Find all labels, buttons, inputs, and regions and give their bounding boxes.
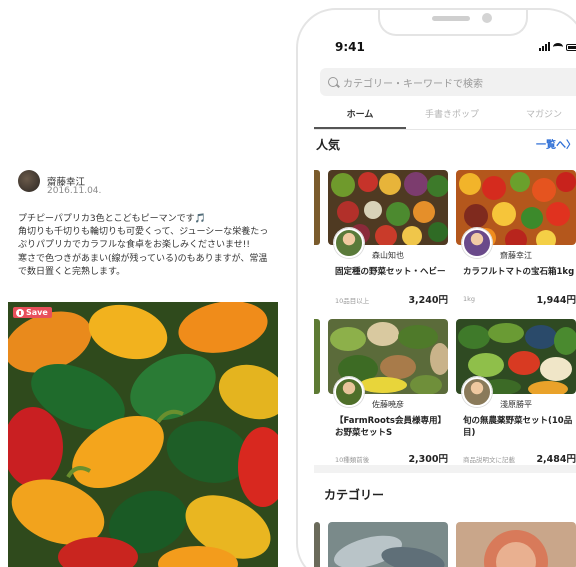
category-title: カテゴリー [324, 488, 385, 502]
save-button[interactable]: Save [13, 307, 52, 318]
speaker [432, 16, 470, 21]
product-card[interactable]: 佐藤暁彦 【FarmRoots会員様専用】お野菜セットS 10種類前後 2,30… [328, 319, 448, 469]
search-input[interactable]: カテゴリー・キーワードで検索 [320, 68, 576, 96]
search-icon [328, 77, 338, 87]
farmer-name: 淺原勝平 [500, 400, 532, 409]
farmer-avatar[interactable] [462, 228, 492, 258]
product-price: 2,300円 [408, 454, 448, 465]
product-price: 2,484円 [536, 454, 576, 465]
category-tile[interactable] [456, 522, 576, 567]
tab-home[interactable]: ホーム [314, 105, 406, 129]
tab-magazine[interactable]: マガジン [498, 105, 576, 129]
farmer-name: 齋藤幸江 [500, 251, 532, 260]
product-price: 1,944円 [536, 295, 576, 306]
pin-icon [16, 308, 24, 317]
save-label: Save [26, 308, 48, 317]
camera [482, 13, 492, 23]
popular-title: 人気 [316, 138, 341, 152]
wifi-icon [553, 43, 563, 51]
see-all-link[interactable]: 一覧へ〉 [536, 136, 576, 151]
status-icons [539, 42, 576, 51]
search-placeholder: カテゴリー・キーワードで検索 [343, 78, 483, 90]
post-card: 齋藤幸江 2016.11.04. プチピーパプリカ3色とこどもピーマンです🎵 角… [8, 165, 278, 567]
product-title: 旬の無農薬野菜セット(10品目) [463, 416, 573, 438]
phone-mockup: 9:41 カテゴリー・キーワードで検索 ホーム 手書きポップ マガジン 人気 一… [296, 8, 576, 567]
product-card[interactable]: 淺原勝平 旬の無農薬野菜セット(10品目) 商品説明文に記載 2,484円 [456, 319, 576, 469]
prev-card-peek [314, 170, 320, 245]
signal-icon [539, 42, 550, 51]
product-title: 【FarmRoots会員様専用】お野菜セットS [335, 416, 446, 438]
product-title: 固定種の野菜セット・ヘビー [335, 267, 446, 277]
post-body: プチピーパプリカ3色とこどもピーマンです🎵 角切りも千切りも輪切りも可愛くって、… [18, 214, 269, 277]
product-card[interactable]: 齋藤幸江 カラフルトマトの宝石箱1kg 1kg 1,944円 [456, 170, 576, 320]
product-title: カラフルトマトの宝石箱1kg [463, 267, 575, 277]
farmer-avatar[interactable] [334, 377, 364, 407]
section-divider [314, 465, 576, 473]
farmer-avatar[interactable] [462, 377, 492, 407]
tabs-divider [314, 129, 576, 130]
peppers-photo: Save [8, 302, 278, 567]
category-tile[interactable] [328, 522, 448, 567]
post-date: 2016.11.04. [47, 186, 102, 196]
farmer-name: 森山知也 [372, 251, 404, 260]
farmer-name: 佐藤暁彦 [372, 400, 404, 409]
product-quantity: 商品説明文に記載 [463, 456, 515, 464]
product-price: 3,240円 [408, 295, 448, 306]
author-avatar[interactable] [18, 170, 40, 192]
tab-handwritten-pop[interactable]: 手書きポップ [406, 105, 498, 129]
product-quantity: 1kg [463, 295, 476, 303]
battery-icon [566, 44, 576, 51]
phone-notch [378, 10, 528, 36]
prev-category-peek [314, 522, 320, 567]
tab-bar: ホーム 手書きポップ マガジン [314, 105, 576, 129]
farmer-avatar[interactable] [334, 228, 364, 258]
product-quantity: 10品目以上 [335, 297, 370, 305]
product-card[interactable]: 森山知也 固定種の野菜セット・ヘビー 10品目以上 3,240円 [328, 170, 448, 320]
prev-card-peek [314, 319, 320, 394]
status-time: 9:41 [335, 40, 365, 54]
product-quantity: 10種類前後 [335, 456, 370, 464]
